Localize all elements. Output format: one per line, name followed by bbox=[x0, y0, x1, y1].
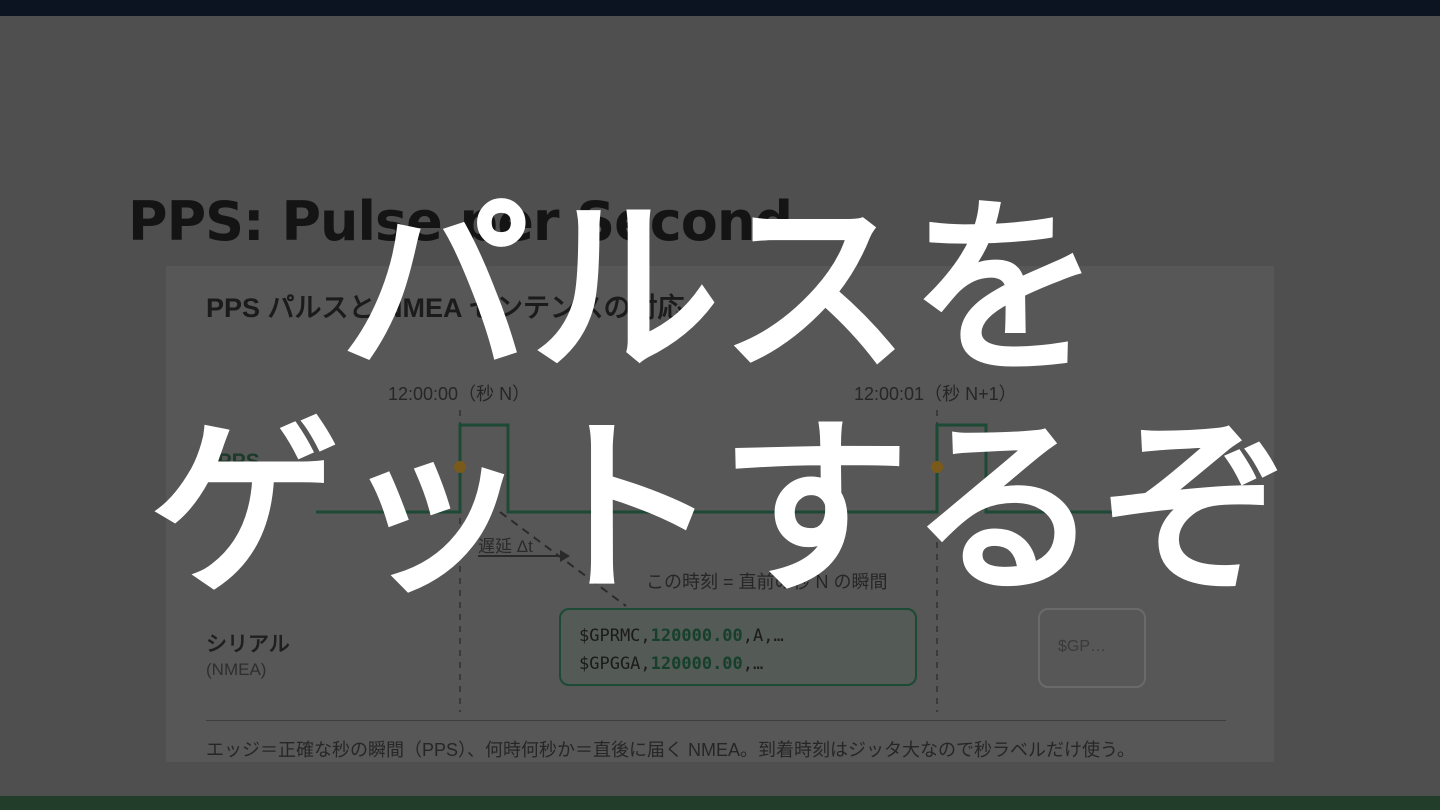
row-label-serial-sub: (NMEA) bbox=[206, 660, 267, 679]
figure-divider bbox=[206, 720, 1226, 721]
row-label-serial: シリアル bbox=[206, 633, 290, 656]
nmea-line-gga: $GPGGA,120000.00,… bbox=[579, 654, 764, 674]
figure-caption: エッジ＝正確な秒の瞬間（PPS）、何時何秒か＝直後に届く NMEA。到着時刻はジ… bbox=[206, 740, 1135, 760]
slide-screen: PPS: Pulse per Second PPS パルスと NMEA センテン… bbox=[0, 0, 1440, 810]
nmea-next-sentence-box: $GP… bbox=[1038, 608, 1146, 688]
overlay-title-line-1: パルスを bbox=[339, 179, 1100, 400]
overlay-title: パルスを ゲットするぞ bbox=[0, 180, 1440, 620]
nmea-line-rmc: $GPRMC,120000.00,A,… bbox=[579, 626, 784, 646]
bottom-bar bbox=[0, 796, 1440, 810]
overlay-title-line-2: ゲットするぞ bbox=[149, 399, 1290, 620]
